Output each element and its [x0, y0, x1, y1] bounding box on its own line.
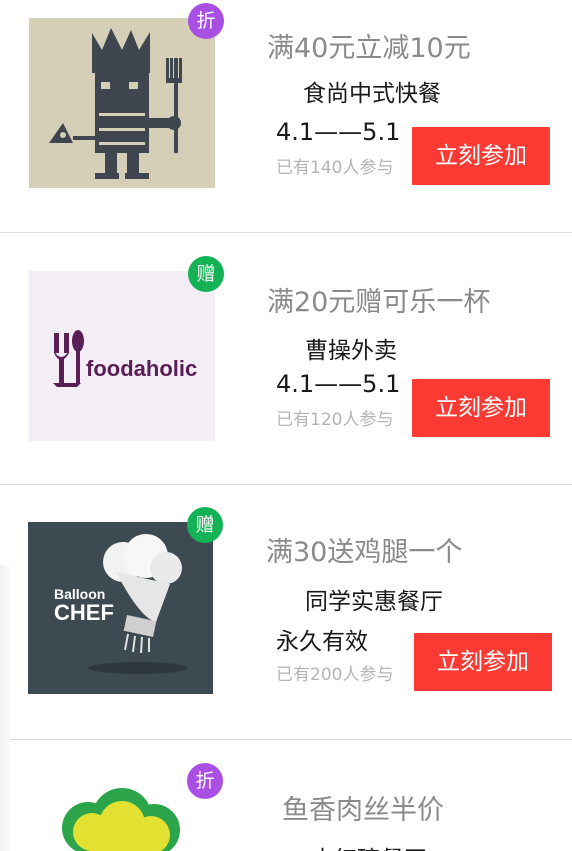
chef-logo-text: CHEF [54, 600, 114, 625]
shop-name: 同学实惠餐厅 [305, 589, 443, 615]
discount-badge: 折 [188, 3, 224, 39]
promotion-title: 鱼香肉丝半价 [282, 795, 444, 826]
promotion-title: 满20元赠可乐一杯 [267, 287, 491, 318]
join-button[interactable]: 立刻参加 [412, 127, 550, 185]
shop-image-foodaholic: foodaholic [29, 271, 215, 441]
join-button[interactable]: 立刻参加 [412, 379, 550, 437]
promotion-date: 4.1——5.1 [276, 118, 401, 146]
shop-image-king [29, 18, 215, 188]
shop-name: 食尚中式快餐 [303, 81, 441, 107]
gift-badge: 赠 [187, 507, 223, 543]
promotion-card[interactable]: 折 鱼香肉丝半价 大红碗餐厅 [10, 740, 572, 851]
promotion-card[interactable]: 折 满40元立减10元 食尚中式快餐 4.1——5.1 已有140人参与 立刻参… [0, 0, 572, 252]
participant-count: 已有120人参与 [276, 410, 394, 430]
shop-name: 曹操外卖 [305, 338, 397, 364]
join-button[interactable]: 立刻参加 [414, 633, 552, 691]
gift-badge: 赠 [188, 256, 224, 292]
promotion-title: 满30送鸡腿一个 [266, 537, 463, 568]
promotion-date: 4.1——5.1 [276, 370, 401, 398]
promotion-date: 永久有效 [276, 629, 368, 655]
promotion-title: 满40元立减10元 [267, 33, 471, 64]
shop-name: 大红碗餐厅 [311, 840, 426, 851]
participant-count: 已有200人参与 [276, 665, 394, 685]
discount-badge: 折 [187, 763, 223, 799]
shop-image-balloon-chef: Balloon CHEF [28, 522, 213, 694]
shop-image-tree [30, 780, 216, 851]
participant-count: 已有140人参与 [276, 158, 394, 178]
promotion-card[interactable]: foodaholic 赠 满20元赠可乐一杯 曹操外卖 4.1——5.1 已有1… [0, 233, 572, 484]
promotion-card[interactable]: Balloon CHEF 赠 满30送鸡腿一个 同学实惠餐厅 永久有效 已有20… [0, 485, 572, 739]
foodaholic-logo-text: foodaholic [86, 356, 197, 381]
left-edge-shadow [0, 565, 10, 851]
